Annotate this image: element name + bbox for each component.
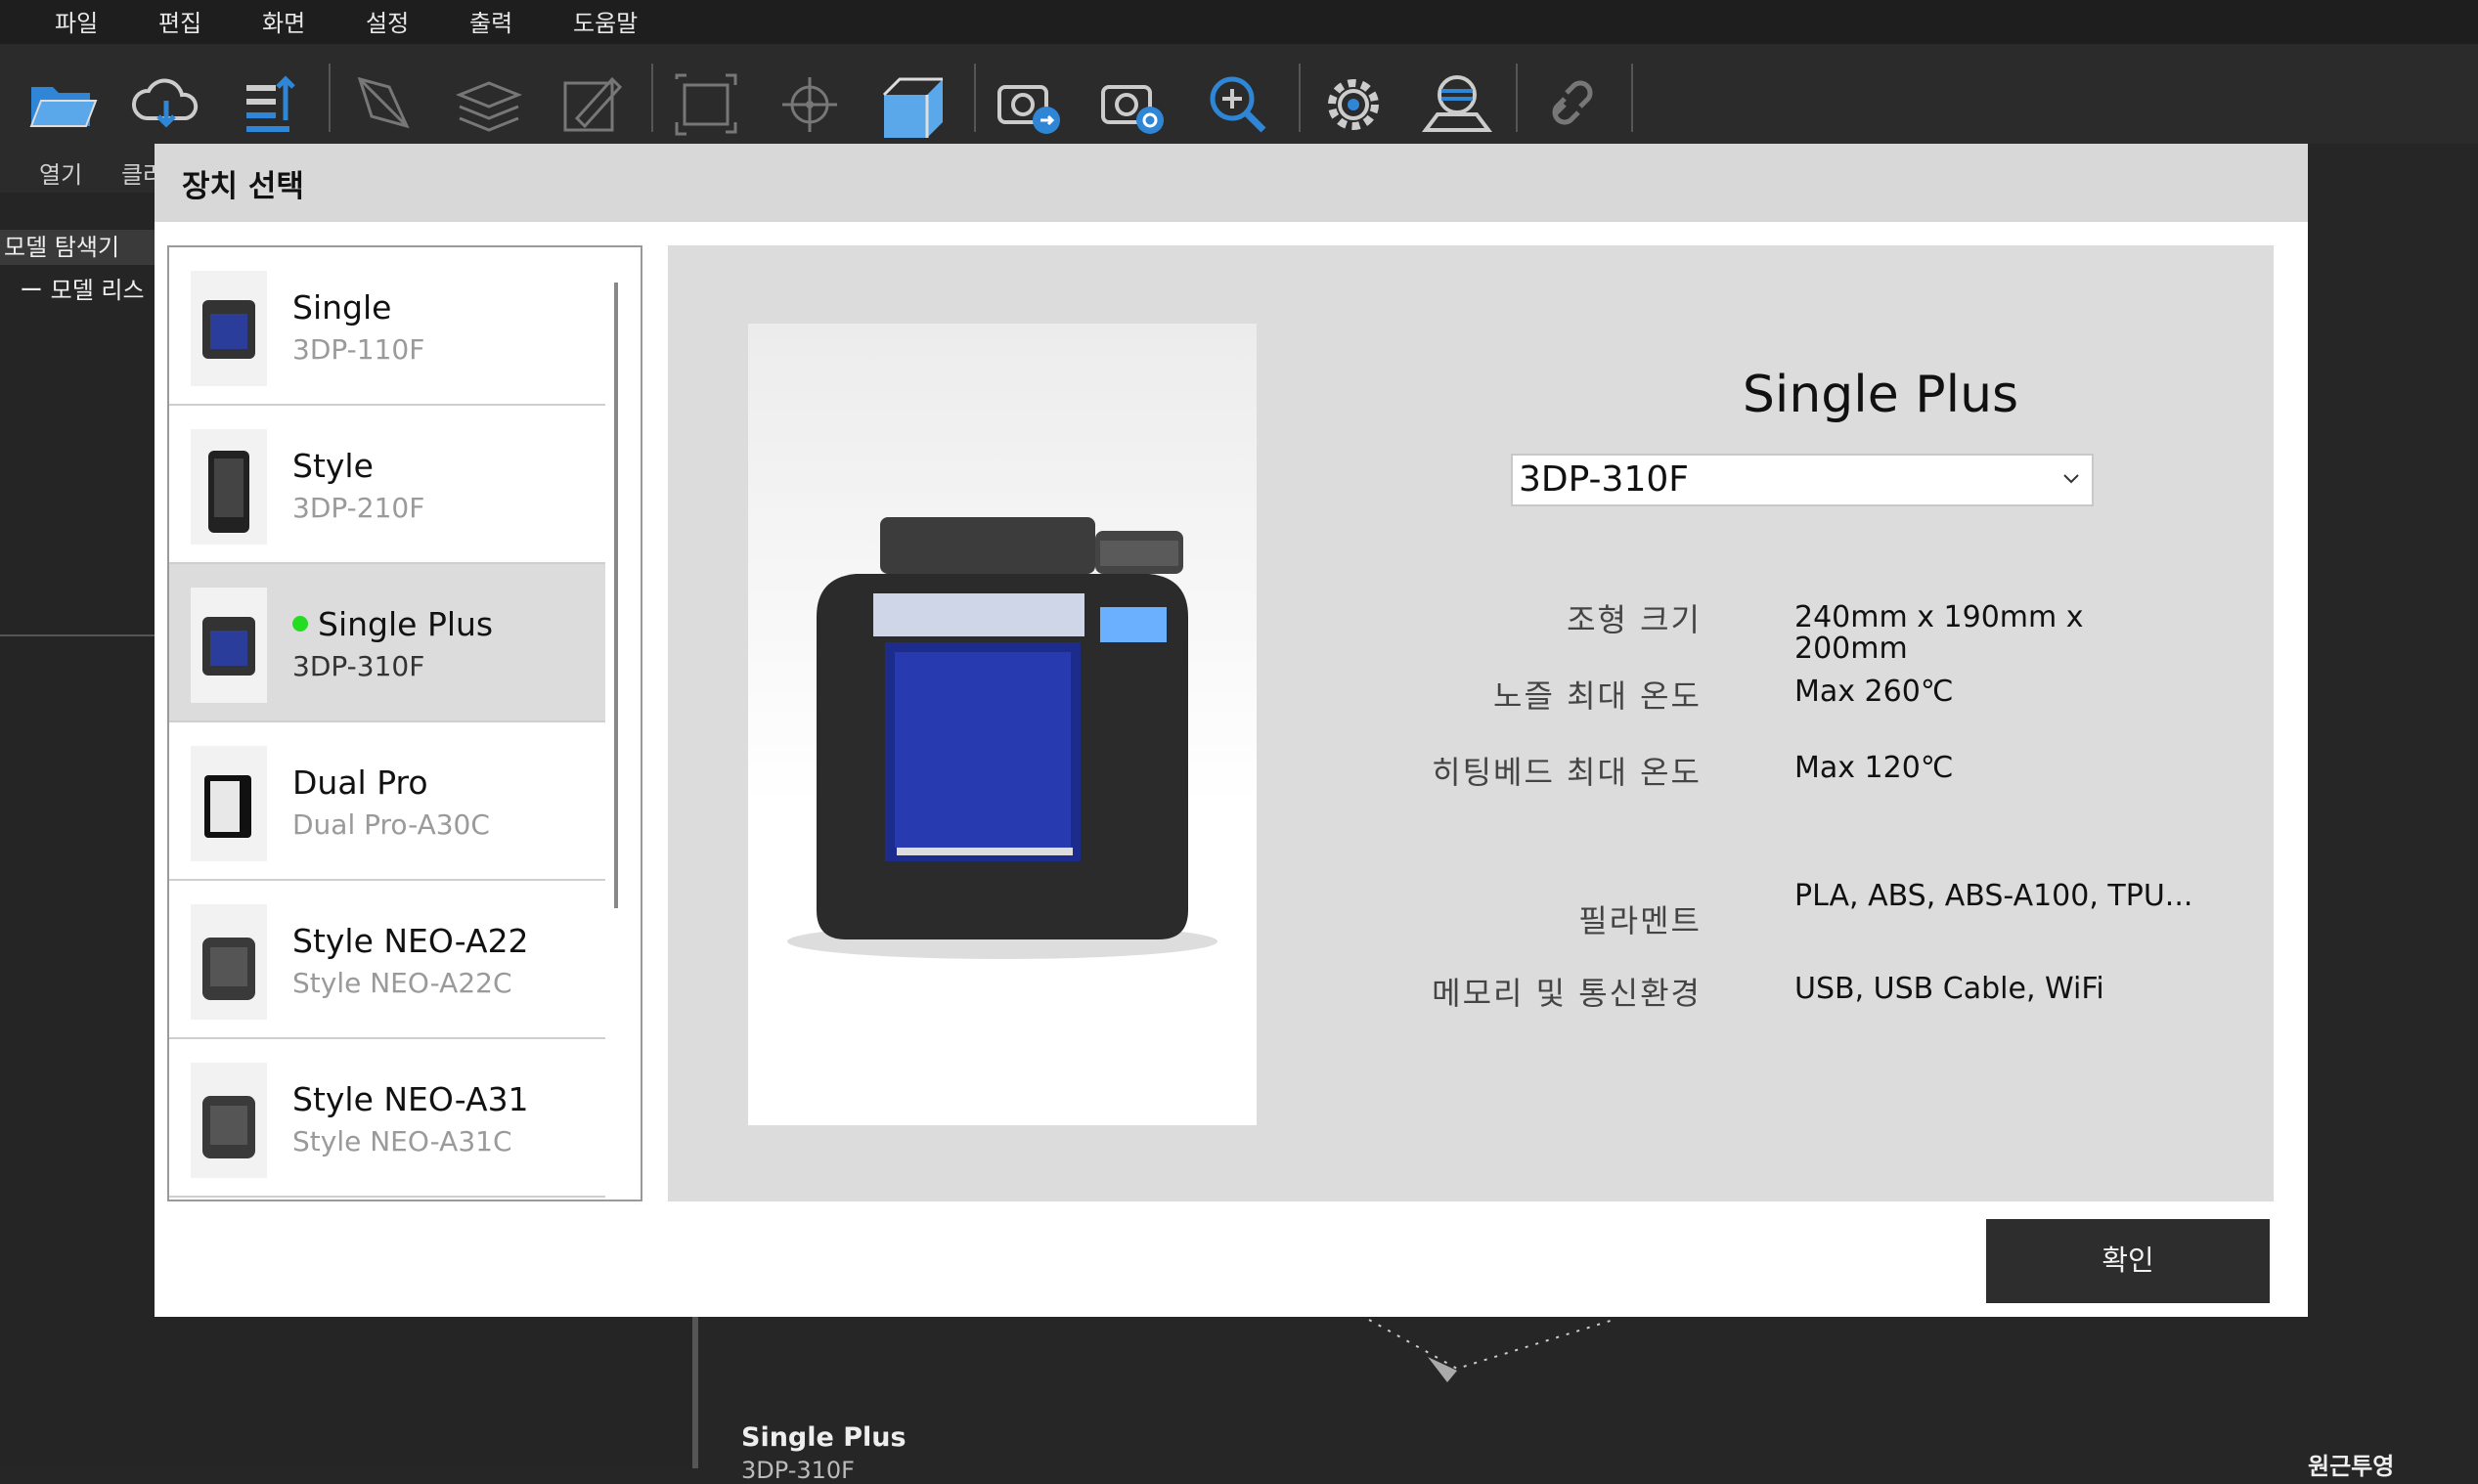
open-folder-icon[interactable]: [25, 65, 100, 140]
dialog-title-bar[interactable]: 장치 선택: [155, 144, 2308, 222]
device-name: Style NEO-A22: [292, 922, 529, 960]
device-detail-panel: Single Plus 3DP-310F 조형 크기 240mm x 190mm…: [668, 245, 2274, 1201]
device-model: 3DP-210F: [292, 492, 425, 524]
edit-model-icon[interactable]: [555, 65, 630, 140]
spec-value-connectivity: USB, USB Cable, WiFi: [1794, 972, 2104, 1006]
device-model: Dual Pro-A30C: [292, 808, 490, 841]
open-label: 열기: [39, 161, 83, 189]
printer-title: Single Plus: [741, 1422, 907, 1453]
device-model: 3DP-310F: [292, 650, 425, 682]
menubar: 파일 편집 화면 설정 출력 도움말: [0, 0, 2478, 44]
camera-rotate-icon[interactable]: [992, 65, 1066, 140]
device-model: Style NEO-A31C: [292, 1125, 512, 1157]
device-model: 3DP-110F: [292, 333, 425, 366]
layers-icon[interactable]: [452, 65, 526, 140]
menu-edit[interactable]: 편집: [158, 4, 201, 38]
menu-print[interactable]: 출력: [469, 4, 512, 38]
spec-label-nozzle-temp: 노즐 최대 온도: [1493, 677, 1702, 715]
spec-value-nozzle-temp: Max 260℃: [1794, 675, 1954, 709]
menu-settings[interactable]: 설정: [366, 4, 409, 38]
spec-label-filament: 필라멘트: [1578, 902, 1702, 939]
spec-value-filament: PLA, ABS, ABS-A100, TPU...: [1794, 879, 2193, 913]
ok-button[interactable]: 확인: [1986, 1219, 2270, 1303]
printer-sub: 3DP-310F: [741, 1457, 855, 1484]
device-thumbnail: [191, 746, 267, 861]
device-thumbnail: [191, 588, 267, 703]
menu-file[interactable]: 파일: [55, 4, 98, 38]
projection-label[interactable]: 원근투영: [2308, 1447, 2394, 1481]
device-model: Style NEO-A22C: [292, 967, 512, 999]
link-icon[interactable]: [1535, 65, 1610, 140]
device-name: Style: [292, 447, 374, 485]
menu-help[interactable]: 도움말: [573, 4, 638, 38]
settings-gear-icon[interactable]: [1316, 65, 1391, 140]
device-item-style[interactable]: Style 3DP-210F: [169, 406, 605, 564]
viewport-splitter[interactable]: [692, 1310, 698, 1468]
transform-icon[interactable]: [348, 65, 422, 140]
model-select-value: 3DP-310F: [1519, 459, 1689, 500]
menu-view[interactable]: 화면: [262, 4, 305, 38]
toolbar: [0, 44, 2478, 144]
device-thumbnail: [191, 1063, 267, 1178]
zoom-in-icon[interactable]: [1201, 65, 1275, 140]
spec-label-bed-temp: 히팅베드 최대 온도: [1432, 754, 1702, 791]
axis-grid-indicator: [1368, 1319, 1615, 1382]
cloud-download-icon[interactable]: [129, 65, 203, 140]
device-item-dual-pro[interactable]: Dual Pro Dual Pro-A30C: [169, 722, 605, 881]
device-item-style-neo-a22[interactable]: Style NEO-A22 Style NEO-A22C: [169, 881, 605, 1039]
device-thumbnail: [191, 904, 267, 1020]
device-thumbnail: [191, 271, 267, 386]
model-list-tree-item[interactable]: ー 모델 리스: [20, 271, 145, 305]
device-name: Single: [292, 288, 392, 327]
device-list-scrollbar[interactable]: [614, 283, 618, 908]
device-name-text: Single Plus: [318, 605, 494, 643]
spec-value-bed-temp: Max 120℃: [1794, 751, 1954, 785]
spec-label-build-size: 조형 크기: [1567, 601, 1702, 638]
device-item-style-neo-a31[interactable]: Style NEO-A31 Style NEO-A31C: [169, 1039, 605, 1198]
device-list: Single 3DP-110F Style 3DP-210F Single Pl…: [167, 245, 642, 1201]
dialog-title: 장치 선택: [182, 169, 304, 204]
spec-value-build-size: 240mm x 190mm x 200mm: [1794, 600, 2084, 666]
spec-label-connectivity: 메모리 및 통신환경: [1432, 975, 1702, 1012]
device-name: Dual Pro: [292, 764, 428, 802]
device-name: Single Plus: [292, 605, 493, 643]
view-3d-icon[interactable]: [876, 65, 951, 140]
camera-refresh-icon[interactable]: [1095, 65, 1170, 140]
model-select-dropdown[interactable]: 3DP-310F: [1511, 454, 2094, 506]
center-icon[interactable]: [773, 65, 847, 140]
detail-device-name: Single Plus: [1742, 366, 2019, 424]
selected-status-dot: [292, 615, 308, 632]
select-frame-icon[interactable]: [669, 65, 743, 140]
chevron-down-icon: [2063, 474, 2079, 484]
export-icon[interactable]: [233, 65, 307, 140]
printer-bed-icon[interactable]: [1420, 65, 1494, 140]
device-name: Style NEO-A31: [292, 1080, 529, 1118]
device-select-dialog: 장치 선택 Single 3DP-110F Style 3DP-210F Sin…: [155, 144, 2308, 1317]
device-item-single[interactable]: Single 3DP-110F: [169, 247, 605, 406]
device-item-single-plus[interactable]: Single Plus 3DP-310F: [169, 564, 605, 722]
device-thumbnail: [191, 429, 267, 545]
printer-photo: [748, 324, 1257, 1125]
